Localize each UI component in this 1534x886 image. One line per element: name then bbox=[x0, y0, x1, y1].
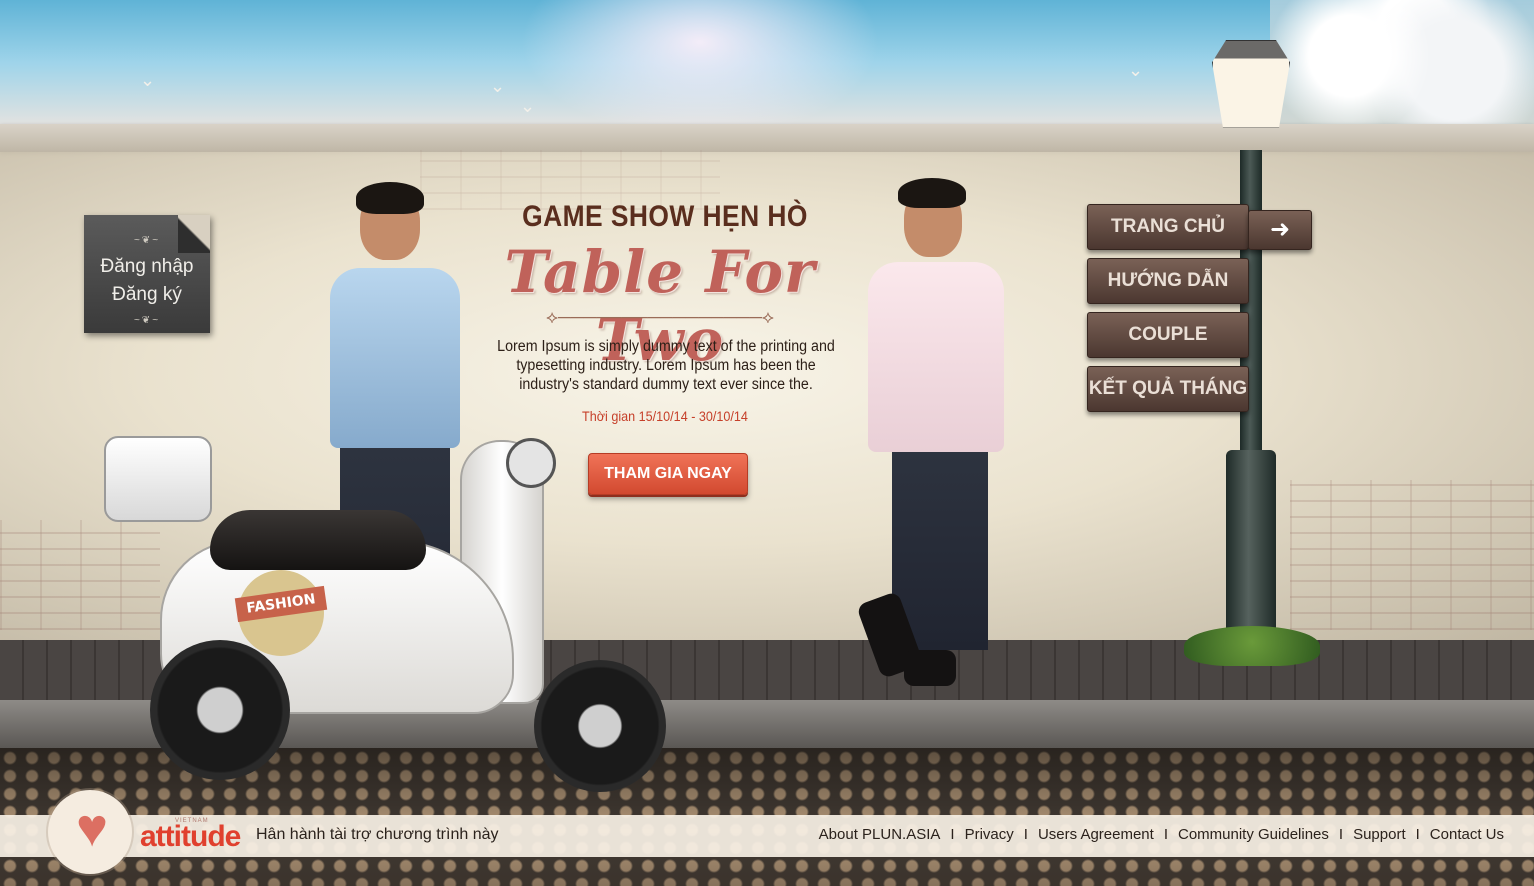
login-panel-fold bbox=[178, 215, 210, 253]
wall-top bbox=[0, 124, 1534, 152]
man-right-shirt bbox=[868, 262, 1004, 452]
bird-icon: ⌄ bbox=[490, 76, 506, 96]
sky-glow bbox=[520, 0, 880, 140]
blossom-tree bbox=[1270, 0, 1534, 140]
scooter-front-wheel bbox=[534, 660, 666, 792]
attitude-logo[interactable]: attitude bbox=[140, 820, 241, 854]
event-dates: Thời gian 15/10/14 - 30/10/14 bbox=[582, 408, 748, 424]
brick-texture bbox=[0, 520, 160, 630]
arrow-right-icon[interactable]: ➜ bbox=[1248, 210, 1312, 250]
scooter-mirror bbox=[506, 438, 556, 488]
ornament-divider: ~❦~ bbox=[133, 315, 161, 326]
ornament-divider: ⟡────────────────⟡ bbox=[546, 307, 774, 327]
footer-link-support[interactable]: Support bbox=[1353, 826, 1406, 843]
man-left-hair bbox=[356, 182, 424, 214]
footer-link-privacy[interactable]: Privacy bbox=[965, 826, 1014, 843]
scooter-top-box bbox=[104, 436, 212, 522]
footer-separator: I bbox=[1338, 826, 1344, 843]
join-now-button[interactable]: THAM GIA NGAY bbox=[588, 453, 748, 495]
man-right-shoe bbox=[904, 650, 956, 686]
nav-item-home[interactable]: TRANG CHỦ bbox=[1087, 204, 1249, 250]
bird-icon: ⌄ bbox=[140, 70, 156, 90]
footer-link-about[interactable]: About PLUN.ASIA bbox=[819, 826, 941, 843]
scooter-seat bbox=[210, 510, 426, 570]
bird-icon: ⌄ bbox=[1128, 60, 1144, 80]
footer-separator: I bbox=[1023, 826, 1028, 843]
brick-texture bbox=[1290, 480, 1534, 630]
ornament-divider: ~❦~ bbox=[133, 235, 161, 246]
nav-item-couple[interactable]: COUPLE bbox=[1087, 312, 1249, 358]
bird-icon: ⌄ bbox=[520, 96, 536, 116]
footer-link-contact[interactable]: Contact Us bbox=[1430, 826, 1504, 843]
footer-links: About PLUN.ASIA I Privacy I Users Agreem… bbox=[819, 826, 1504, 843]
register-link[interactable]: Đăng ký bbox=[84, 284, 210, 306]
grass-patch bbox=[1184, 626, 1320, 666]
footer-separator: I bbox=[950, 826, 955, 843]
attitude-logo-subtext: VIETNAM bbox=[175, 818, 209, 824]
footer-separator: I bbox=[1163, 826, 1168, 843]
nav-item-guide[interactable]: HƯỚNG DẪN bbox=[1087, 258, 1249, 304]
footer-separator: I bbox=[1415, 826, 1420, 843]
page-subtitle: GAME SHOW HẸN HÒ bbox=[522, 200, 808, 233]
lamp-post-base bbox=[1226, 450, 1276, 640]
login-link[interactable]: Đăng nhập bbox=[84, 256, 210, 278]
nav-item-monthly-results[interactable]: KẾT QUẢ THÁNG bbox=[1087, 366, 1249, 412]
description-text: Lorem Ipsum is simply dummy text of the … bbox=[497, 338, 835, 393]
man-right-hair bbox=[898, 178, 966, 208]
footer-link-users-agreement[interactable]: Users Agreement bbox=[1038, 826, 1154, 843]
heart-icon: ♥ bbox=[75, 798, 109, 858]
footer-link-community-guidelines[interactable]: Community Guidelines bbox=[1178, 826, 1329, 843]
sponsor-text: Hân hành tài trợ chương trình này bbox=[256, 826, 499, 843]
scooter-rear-wheel bbox=[150, 640, 290, 780]
